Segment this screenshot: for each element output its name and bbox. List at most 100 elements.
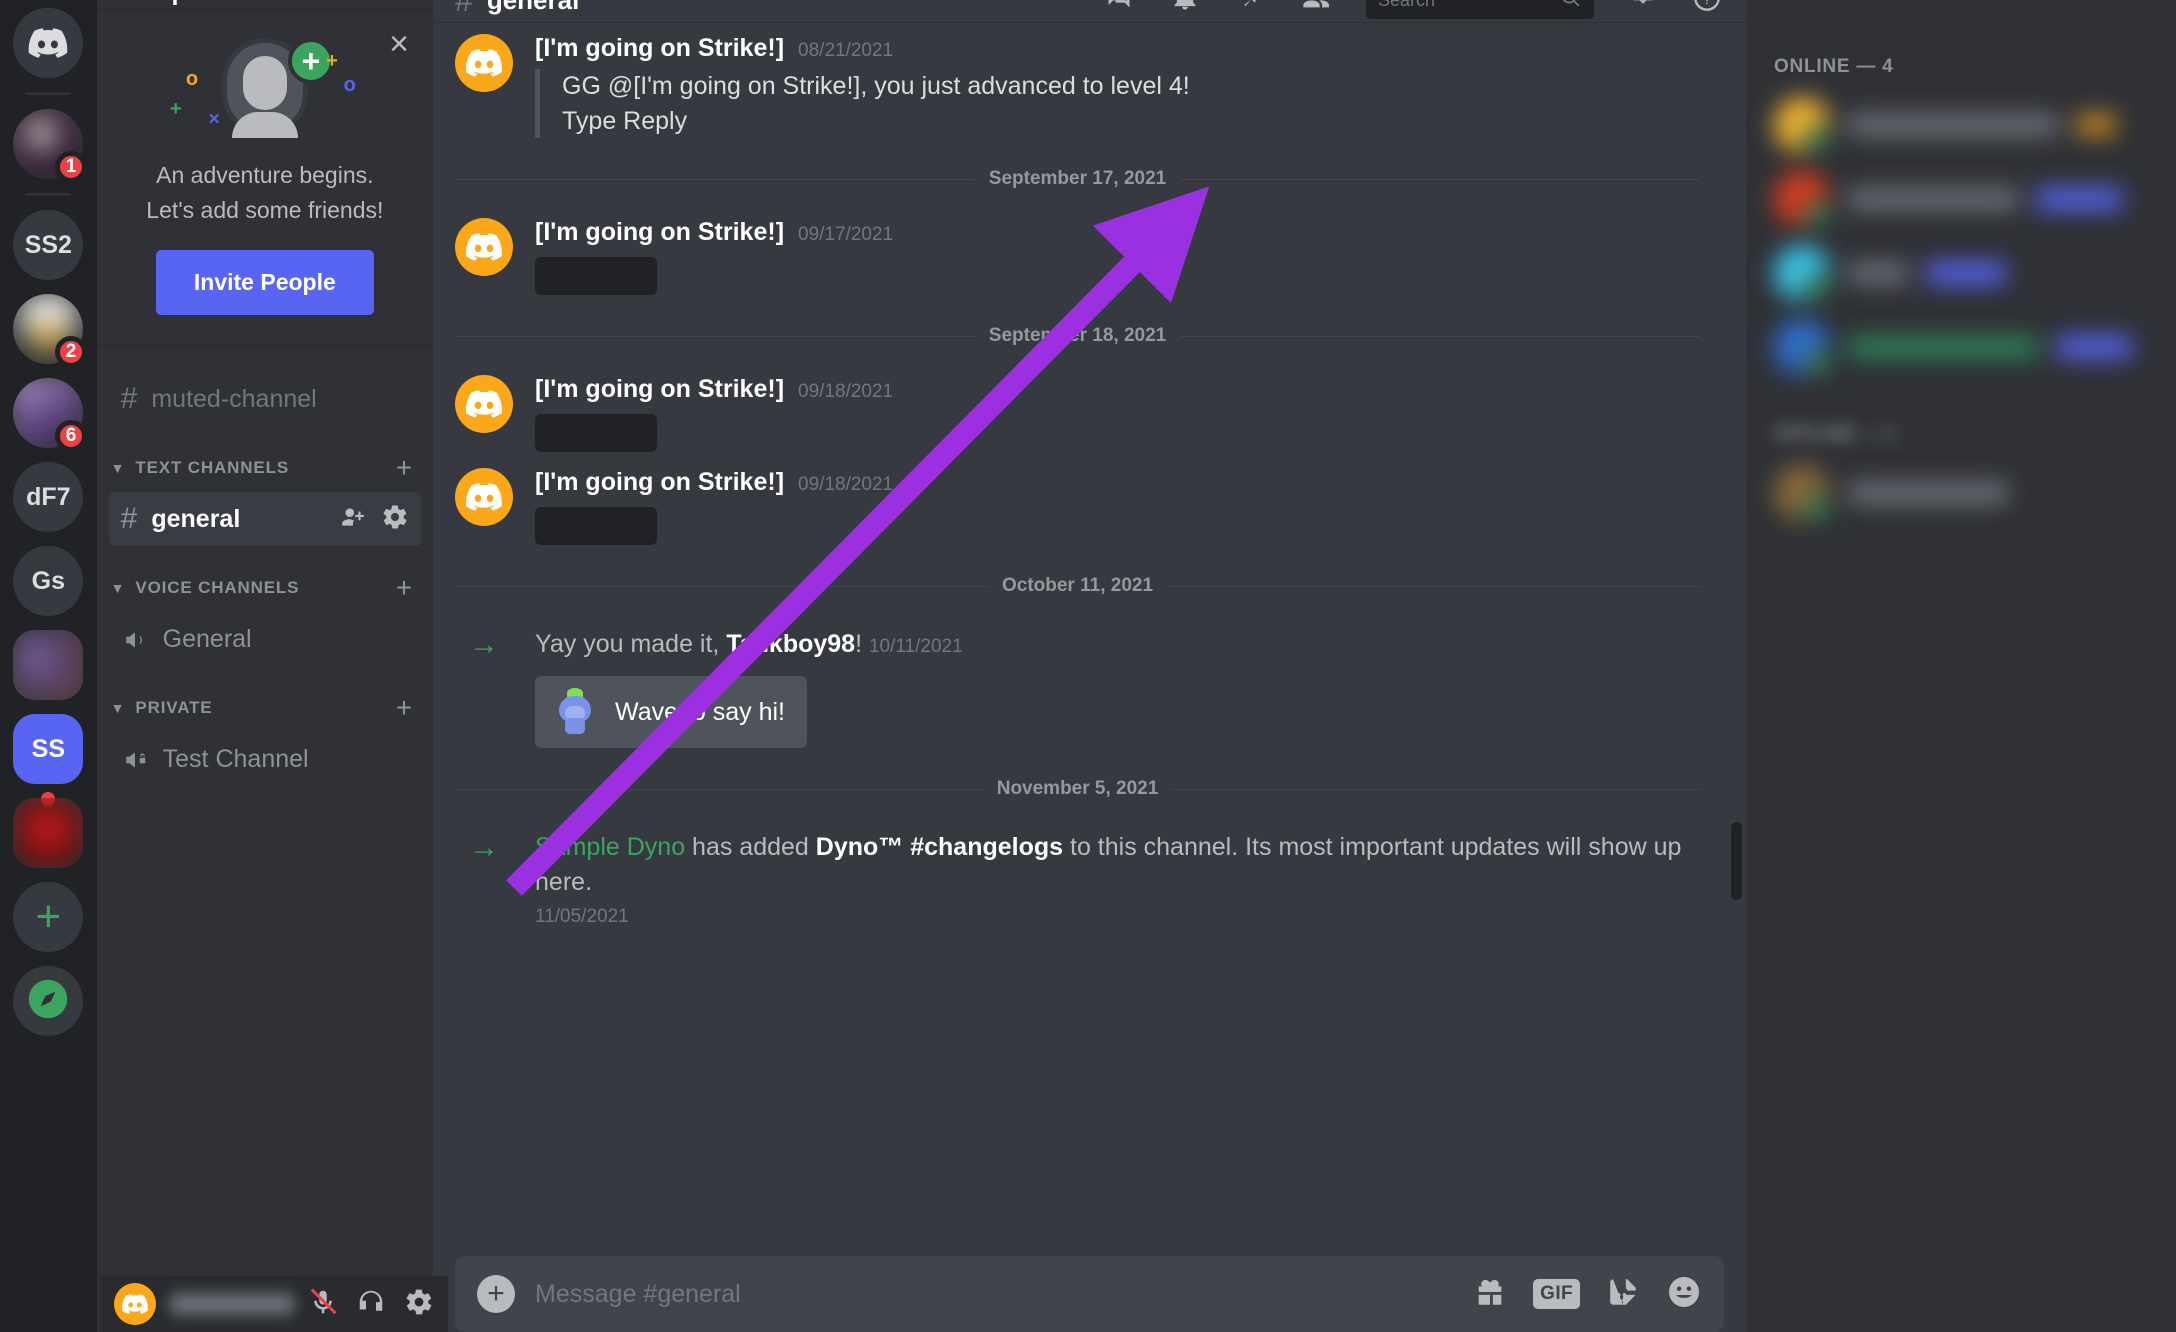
member-row[interactable] — [1746, 162, 2176, 236]
server-icon-gs[interactable]: Gs — [13, 546, 84, 616]
sticker-icon[interactable] — [1606, 1275, 1640, 1314]
threads-icon[interactable] — [1102, 0, 1136, 17]
settings-gear-icon[interactable] — [381, 503, 409, 536]
server-initials: dF7 — [26, 482, 71, 511]
avatar[interactable] — [114, 1283, 156, 1325]
date-label: September 18, 2021 — [988, 325, 1167, 346]
emoji-icon[interactable] — [1666, 1274, 1702, 1315]
gif-icon[interactable]: GIF — [1533, 1279, 1580, 1309]
system-message-join: → Yay you made it, Tankboy98! 10/11/2021… — [433, 613, 1724, 752]
category-voice-channels[interactable]: ▼ VOICE CHANNELS + — [97, 546, 433, 612]
mic-muted-icon[interactable] — [308, 1287, 338, 1322]
server-icon-breakfrom[interactable]: 2 — [0, 294, 88, 368]
channel-item-voice-general[interactable]: General — [109, 612, 421, 666]
avatar[interactable] — [455, 468, 514, 526]
category-text-channels[interactable]: ▼ TEXT CHANNELS + — [97, 426, 433, 492]
add-member-icon[interactable] — [339, 504, 367, 535]
wave-to-say-hi-button[interactable]: Wave to say hi! — [535, 676, 808, 748]
member-row[interactable] — [1746, 88, 2176, 162]
category-label: PRIVATE — [135, 698, 213, 718]
message-author[interactable]: [I'm going on Strike!] — [535, 375, 784, 404]
redacted-content — [535, 257, 658, 295]
sparkle-icon: o — [343, 74, 356, 96]
message-timestamp: 10/11/2021 — [868, 636, 963, 657]
sparkle-icon: ✕ — [207, 111, 221, 128]
message-author[interactable]: [I'm going on Strike!] — [535, 218, 784, 247]
close-icon[interactable]: × — [383, 27, 415, 61]
server-header[interactable]: Sample Server — [96, 0, 434, 10]
server-name: Sample Server — [119, 0, 293, 7]
message-row: [I'm going on Strike!] 09/18/2021 — [433, 456, 1724, 549]
members-icon[interactable] — [1298, 0, 1332, 17]
gift-icon[interactable] — [1473, 1275, 1507, 1314]
channel-item-muted-channel[interactable]: # muted-channel — [109, 372, 421, 426]
explore-servers-button[interactable] — [13, 966, 84, 1036]
message-scrollbar[interactable] — [1730, 822, 1742, 900]
message-timestamp: 09/18/2021 — [798, 381, 894, 402]
plus-icon: + — [35, 891, 62, 941]
avatar — [1773, 245, 1832, 303]
message-timestamp: 09/17/2021 — [798, 224, 894, 245]
create-channel-plus-icon[interactable]: + — [396, 454, 413, 482]
date-label: October 11, 2021 — [1001, 575, 1154, 596]
member-row[interactable] — [1746, 456, 2176, 530]
server-icon-df7[interactable]: dF7 — [13, 462, 84, 532]
channel-item-general[interactable]: # general — [108, 492, 422, 547]
server-icon-ss-selected[interactable]: SS — [0, 714, 84, 784]
message-timestamp: 11/05/2021 — [535, 906, 629, 927]
sparkle-icon: + — [326, 50, 338, 72]
date-divider: October 11, 2021 — [433, 575, 1700, 597]
pin-icon[interactable] — [1234, 0, 1264, 17]
avatar[interactable] — [455, 375, 514, 433]
invite-people-button[interactable]: Invite People — [155, 250, 374, 316]
server-icon-anime[interactable]: 1 — [13, 109, 88, 183]
server-icon-red[interactable] — [13, 792, 84, 868]
hash-icon: # — [120, 382, 138, 416]
message-text: GG @[I'm going on Strike!], you just adv… — [562, 72, 1190, 100]
add-server-button[interactable]: + — [13, 882, 84, 952]
chat-area: # general Search — [433, 0, 1746, 1332]
create-channel-plus-icon[interactable]: + — [396, 694, 413, 722]
category-private[interactable]: ▼ PRIVATE + — [97, 666, 433, 732]
search-placeholder: Search — [1378, 0, 1435, 11]
channel-label: Test Channel — [162, 744, 309, 773]
member-name — [1847, 483, 2008, 503]
server-icon-discord-home[interactable] — [13, 8, 84, 78]
category-label: VOICE CHANNELS — [135, 578, 300, 598]
bot-tag — [2035, 188, 2122, 210]
follow-target[interactable]: Dyno™ #changelogs — [816, 833, 1063, 861]
member-row[interactable] — [1746, 236, 2176, 310]
server-icon-crystal[interactable]: 6 — [13, 378, 88, 452]
message-author[interactable]: [I'm going on Strike!] — [535, 468, 784, 497]
inbox-icon[interactable] — [1628, 0, 1658, 17]
member-row[interactable] — [1746, 310, 2176, 384]
server-icon-ss2[interactable]: SS2 — [13, 210, 84, 280]
message-input[interactable]: Message #general — [535, 1280, 1453, 1309]
notification-bell-icon[interactable] — [1170, 0, 1200, 17]
avatar[interactable] — [455, 34, 514, 92]
message-scroll-region[interactable]: [I'm going on Strike!] 08/21/2021 GG @[I… — [433, 22, 1746, 1240]
follow-actor[interactable]: Sample Dyno — [535, 833, 685, 861]
join-username[interactable]: Tankboy98 — [726, 630, 855, 658]
message-author[interactable]: [I'm going on Strike!] — [535, 34, 784, 63]
date-divider: September 18, 2021 — [433, 325, 1700, 347]
message-list: [I'm going on Strike!] 08/21/2021 GG @[I… — [433, 22, 1746, 1240]
message-timestamp: 08/21/2021 — [798, 40, 894, 61]
search-input[interactable]: Search — [1365, 0, 1594, 19]
avatar — [1773, 97, 1832, 155]
help-icon[interactable]: ? — [1692, 0, 1722, 17]
create-channel-plus-icon[interactable]: + — [396, 574, 413, 602]
settings-gear-icon[interactable] — [404, 1287, 434, 1322]
system-message-channel-follow: → Sample Dyno has added Dyno™ #changelog… — [433, 816, 1724, 932]
chevron-down-icon: ▼ — [110, 460, 126, 477]
upload-attachment-plus-icon[interactable]: + — [477, 1275, 516, 1313]
avatar[interactable] — [455, 218, 514, 276]
headphones-icon[interactable] — [356, 1287, 386, 1322]
member-list: ONLINE — 4 OFFLINE — 1 — [1745, 0, 2176, 1332]
server-icon-image[interactable] — [0, 630, 84, 700]
message-quote-block: GG @[I'm going on Strike!], you just adv… — [535, 69, 1700, 138]
promo-line-1: An adventure begins. — [156, 162, 374, 188]
channel-item-test-channel[interactable]: Test Channel — [109, 732, 421, 786]
date-divider: November 5, 2021 — [433, 778, 1700, 800]
chevron-down-icon: ▼ — [110, 580, 126, 597]
